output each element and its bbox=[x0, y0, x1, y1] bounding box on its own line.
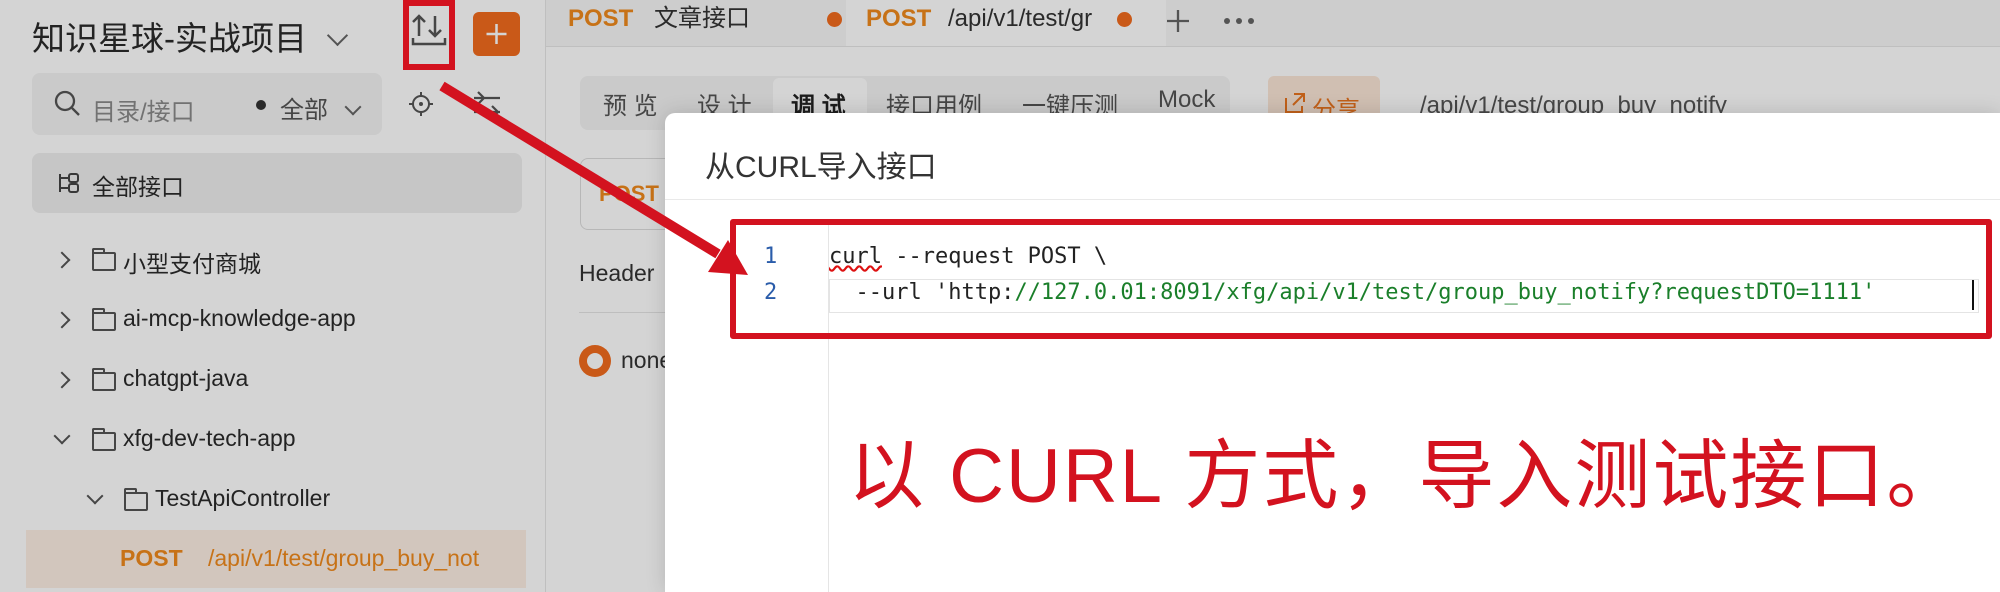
annotation-text: 以 CURL 方式，导入测试接口。 bbox=[848, 434, 1965, 519]
